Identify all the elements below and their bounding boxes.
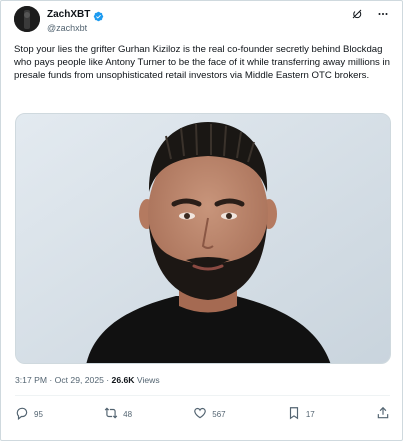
bookmark-icon	[287, 406, 301, 422]
bookmark-count: 17	[305, 409, 315, 419]
grok-icon[interactable]	[350, 7, 364, 21]
like-button[interactable]: 567	[193, 406, 226, 422]
meta-separator: ·	[49, 375, 53, 385]
reply-icon	[15, 406, 29, 422]
like-count: 567	[212, 409, 226, 419]
tweet-media-photo[interactable]	[15, 113, 391, 364]
author-names: ZachXBT @zachxbt	[47, 7, 104, 33]
tweet-text: Stop your lies the grifter Gurhan Kizilo…	[14, 44, 390, 82]
header-actions	[350, 7, 390, 21]
action-bar: 95 48 567 17	[15, 406, 390, 422]
author-handle[interactable]: @zachxbt	[47, 23, 104, 33]
meta-separator-2: ·	[106, 375, 110, 385]
share-icon	[376, 406, 390, 422]
tweet-header: ZachXBT @zachxbt	[14, 6, 394, 38]
repost-button[interactable]: 48	[104, 406, 132, 422]
reply-button[interactable]: 95	[15, 406, 43, 422]
views-label: Views	[136, 375, 160, 385]
author-display-name[interactable]: ZachXBT	[47, 9, 90, 20]
share-button[interactable]	[376, 406, 390, 422]
divider	[15, 395, 390, 396]
tweet-date[interactable]: Oct 29, 2025	[55, 375, 104, 385]
like-icon	[193, 406, 207, 422]
author-avatar[interactable]	[14, 6, 40, 32]
more-icon[interactable]	[376, 7, 390, 21]
tweet-card: ZachXBT @zachxbt Stop your lies the grif…	[0, 0, 403, 441]
repost-icon	[104, 406, 118, 422]
bookmark-button[interactable]: 17	[287, 406, 315, 422]
tweet-time[interactable]: 3:17 PM	[15, 375, 47, 385]
tweet-meta: 3:17 PM · Oct 29, 2025 · 26.6K Views	[15, 375, 160, 385]
repost-count: 48	[123, 409, 133, 419]
reply-count: 95	[34, 409, 43, 419]
views-count: 26.6K	[111, 375, 135, 385]
verified-badge-icon	[93, 9, 104, 21]
